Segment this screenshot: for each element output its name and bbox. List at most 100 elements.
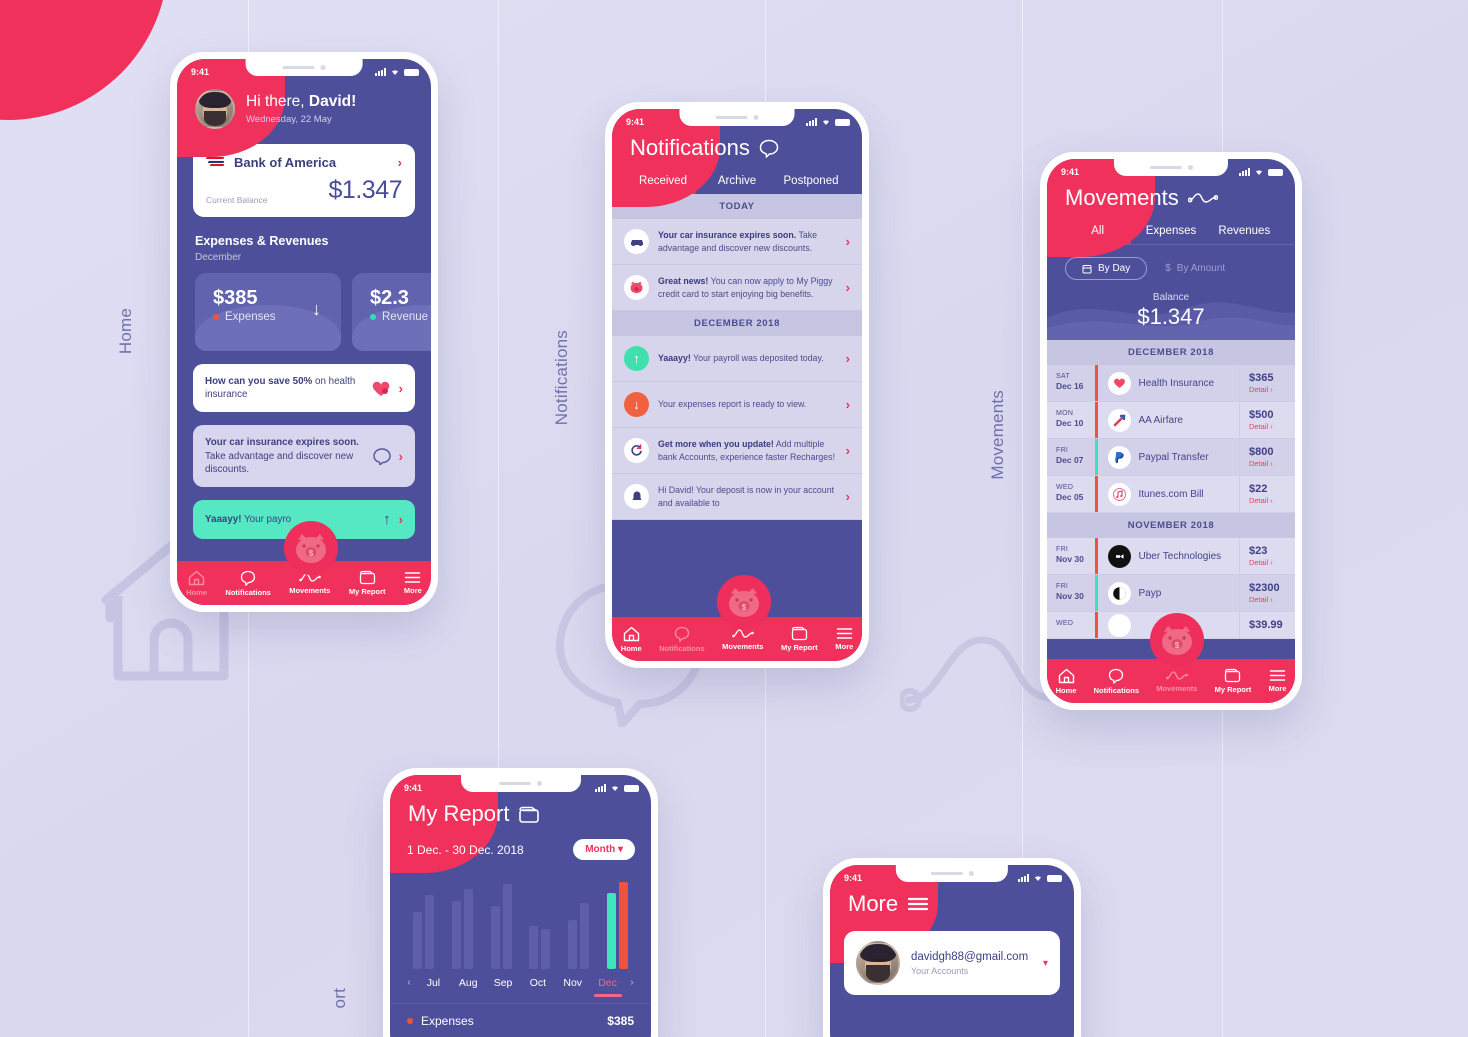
phone-notch xyxy=(1113,159,1229,176)
tab-expenses[interactable]: Expenses xyxy=(1134,225,1207,244)
tab-notifications[interactable]: Notifications xyxy=(1094,668,1139,695)
tab-more[interactable]: More xyxy=(835,627,853,651)
group-header: DECEMBER 2018 xyxy=(1047,340,1295,365)
tab-home[interactable]: Home xyxy=(1056,668,1076,695)
type-bar-expense xyxy=(1095,365,1098,401)
month-sep[interactable]: Sep xyxy=(486,977,521,989)
detail-link[interactable]: Detail › xyxy=(1249,558,1295,567)
table-row[interactable]: MON Dec 10 AA Airfare $500 Detail › xyxy=(1047,402,1295,439)
tab-postponed[interactable]: Postponed xyxy=(774,175,848,194)
tab-home[interactable]: Home xyxy=(621,626,642,653)
revenues-card[interactable]: $2.3 Revenue xyxy=(352,273,431,351)
notification-row[interactable]: Great news! You can now apply to My Pigg… xyxy=(612,265,862,311)
notification-row[interactable]: Your car insurance expires soon. Take ad… xyxy=(612,219,862,265)
detail-link[interactable]: Detail › xyxy=(1249,595,1295,604)
prev-month-button[interactable]: ‹ xyxy=(402,977,416,988)
tab-label: Notifications xyxy=(1093,685,1140,695)
tab-my-report[interactable]: My Report xyxy=(781,626,818,652)
tip-card-car-insurance[interactable]: Your car insurance expires soon. Take ad… xyxy=(193,425,415,488)
tip-card-savings[interactable]: How can you save 50% on health insurance… xyxy=(193,364,415,413)
notification-row[interactable]: ↓ Your expenses report is ready to view.… xyxy=(612,382,862,428)
phone-mockup-more: 9:41 More davidgh88@gmail.com Your Accou… xyxy=(823,858,1081,1037)
avatar[interactable] xyxy=(856,941,900,985)
legend-value: $385 xyxy=(607,1014,634,1028)
tab-received[interactable]: Received xyxy=(626,175,700,194)
chevron-right-icon[interactable]: › xyxy=(399,449,403,464)
page-title-text: Notifications xyxy=(630,135,750,160)
bar-group-oct[interactable] xyxy=(523,874,557,969)
tab-label: My Report xyxy=(1214,685,1252,694)
chevron-right-icon[interactable]: › xyxy=(399,512,403,527)
chevron-right-icon[interactable]: › xyxy=(846,280,850,295)
detail-link[interactable]: Detail › xyxy=(1249,496,1295,505)
table-row[interactable]: SAT Dec 16 Health Insurance $365 Detail › xyxy=(1047,365,1295,402)
month-oct[interactable]: Oct xyxy=(520,977,555,989)
tab-archive[interactable]: Archive xyxy=(700,175,774,194)
dollar-icon: $ xyxy=(1165,263,1171,274)
filter-by-amount[interactable]: $ By Amount xyxy=(1165,263,1225,274)
type-bar-expense xyxy=(1095,612,1098,638)
chevron-down-icon[interactable]: ▾ xyxy=(1043,958,1048,969)
month-nov[interactable]: Nov xyxy=(555,977,590,989)
detail-link[interactable]: Detail › xyxy=(1249,385,1295,394)
chevron-right-icon[interactable]: › xyxy=(846,234,850,249)
chevron-right-icon[interactable]: › xyxy=(846,351,850,366)
table-row[interactable]: FRI Nov 30 Uber Technologies $23 Detail › xyxy=(1047,538,1295,575)
phone-mockup-my-report: 9:41 My Report 1 Dec. - 30 Dec. 2018 Mon… xyxy=(383,768,658,1037)
period-selector-button[interactable]: Month ▾ xyxy=(573,839,635,860)
pig-fab-button[interactable]: $ xyxy=(1150,613,1204,667)
chevron-right-icon[interactable]: › xyxy=(399,381,403,396)
wallet-icon xyxy=(791,626,807,641)
tab-home[interactable]: Home xyxy=(186,570,207,597)
tab-my-report[interactable]: My Report xyxy=(1214,668,1252,694)
bar-group-nov[interactable] xyxy=(562,874,596,969)
pig-fab-button[interactable]: $ xyxy=(284,521,338,575)
notification-row[interactable]: ↑ Yaaayy! Your payroll was deposited tod… xyxy=(612,336,862,382)
tab-more[interactable]: More xyxy=(404,571,422,595)
table-row[interactable]: FRI Dec 07 Paypal Transfer $800 Detail › xyxy=(1047,439,1295,476)
tab-revenues[interactable]: Revenues xyxy=(1208,225,1281,244)
tab-movements[interactable]: Movements xyxy=(722,627,763,651)
notification-row[interactable]: Hi David! Your deposit is now in your ac… xyxy=(612,474,862,520)
row-amount: $23 xyxy=(1249,545,1268,557)
table-row[interactable]: WED Dec 05 Itunes.com Bill $22 Detail › xyxy=(1047,476,1295,513)
tab-notifications[interactable]: Notifications xyxy=(659,626,705,653)
month-jul[interactable]: Jul xyxy=(416,977,451,989)
tab-more[interactable]: More xyxy=(1268,669,1286,693)
type-bar-revenue xyxy=(1095,575,1098,611)
revenues-amount: $2.3 xyxy=(370,287,409,309)
bar-group-sep[interactable] xyxy=(484,874,518,969)
tab-all[interactable]: All xyxy=(1061,225,1134,244)
expenses-card[interactable]: $385 Expenses ↓ xyxy=(195,273,341,351)
account-card[interactable]: davidgh88@gmail.com Your Accounts ▾ xyxy=(844,931,1060,995)
next-month-button[interactable]: › xyxy=(625,977,639,988)
notification-row[interactable]: Get more when you update! Add multiple b… xyxy=(612,428,862,474)
tab-movements[interactable]: Movements xyxy=(1156,669,1197,693)
pig-icon: $ xyxy=(296,534,326,563)
bell-icon xyxy=(624,484,649,509)
chevron-right-icon[interactable]: › xyxy=(846,489,850,504)
bubble-icon xyxy=(240,570,256,586)
filter-by-day[interactable]: By Day xyxy=(1065,257,1148,280)
battery-icon xyxy=(624,784,639,792)
chevron-right-icon[interactable]: › xyxy=(846,443,850,458)
detail-link[interactable]: Detail › xyxy=(1249,459,1295,468)
chevron-right-icon[interactable]: › xyxy=(398,155,402,170)
tab-my-report[interactable]: My Report xyxy=(349,570,386,596)
table-row[interactable]: FRI Nov 30 Payp $2300 Detail › xyxy=(1047,575,1295,612)
avatar[interactable] xyxy=(195,89,235,129)
month-aug[interactable]: Aug xyxy=(451,977,486,989)
tab-notifications[interactable]: Notifications xyxy=(225,570,271,597)
phone-notch xyxy=(460,775,581,792)
tab-label: My Report xyxy=(781,643,818,652)
bar-group-dec[interactable] xyxy=(600,874,634,969)
month-dec[interactable]: Dec xyxy=(590,977,625,997)
bar-group-jul[interactable] xyxy=(407,874,441,969)
detail-link[interactable]: Detail › xyxy=(1249,422,1295,431)
chevron-right-icon[interactable]: › xyxy=(846,397,850,412)
pig-fab-button[interactable]: $ xyxy=(717,575,771,629)
phone-notch xyxy=(245,59,363,76)
bar-group-aug[interactable] xyxy=(446,874,480,969)
battery-icon xyxy=(1047,874,1062,882)
wallet-icon xyxy=(519,806,540,823)
